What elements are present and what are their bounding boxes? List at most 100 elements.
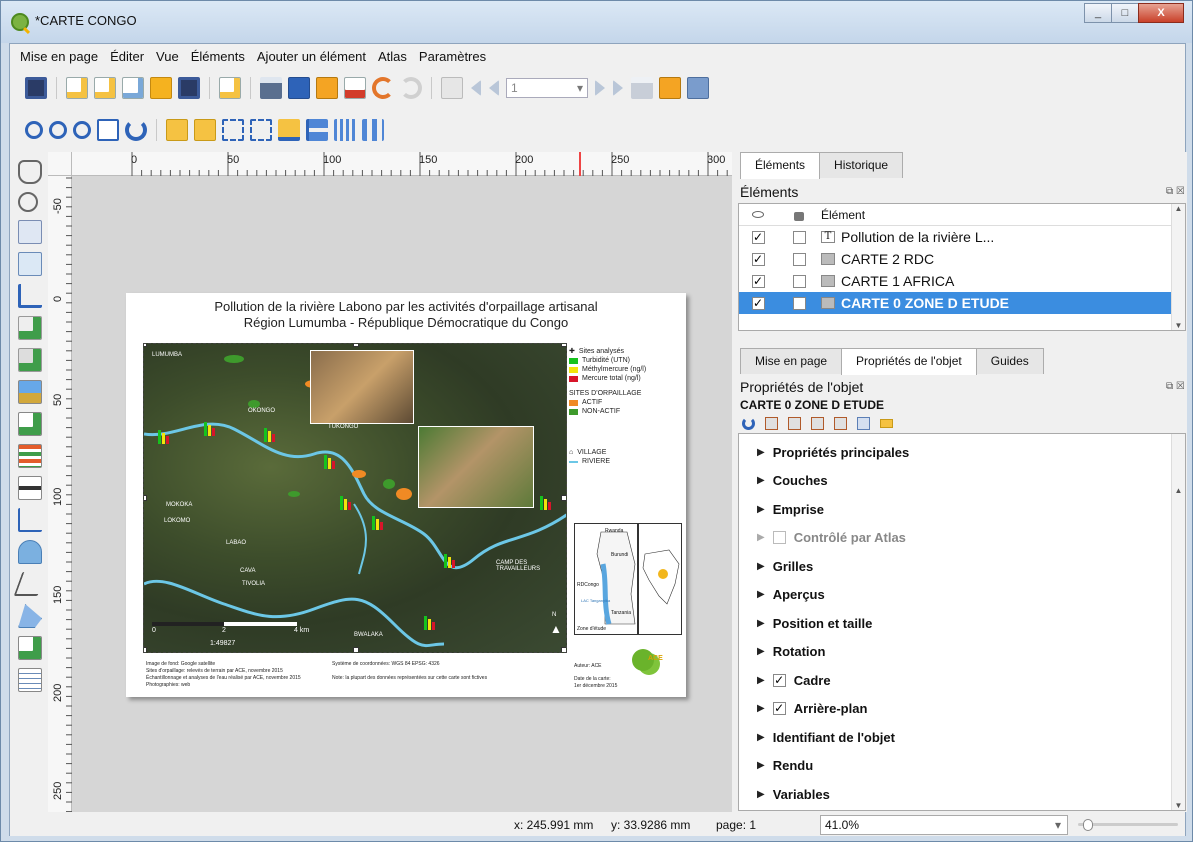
dock-float-close-icon[interactable]: ⧉ ☒ <box>1166 186 1185 197</box>
section-arriere-plan[interactable]: ▶ ✓ Arrière-plan <box>739 695 1185 724</box>
add-scalebar-icon[interactable] <box>18 476 42 500</box>
atlas-preview-icon[interactable] <box>441 77 463 99</box>
footer-author[interactable]: Auteur: ACE <box>574 663 602 670</box>
menu-mise-en-page[interactable]: Mise en page <box>14 49 104 64</box>
tab-mise-en-page[interactable]: Mise en page <box>740 348 843 374</box>
select-tool-icon[interactable] <box>18 220 42 244</box>
footer-coordinates[interactable]: Système de coordonnées: WGS 84 EPSG: 432… <box>332 661 552 682</box>
zoom-full-icon[interactable] <box>97 119 119 141</box>
section-cadre[interactable]: ▶ ✓ Cadre <box>739 666 1185 695</box>
refresh-icon[interactable] <box>125 119 147 141</box>
section-emprise[interactable]: ▶ Emprise <box>739 495 1185 524</box>
section-rendu[interactable]: ▶ Rendu <box>739 752 1185 781</box>
main-map-item[interactable]: LUMUMBA OKONGO TUKONGO MOKOKA LOKOMO LAB… <box>143 343 567 653</box>
unlock-items-icon[interactable] <box>194 119 216 141</box>
previous-feature-icon[interactable] <box>487 80 499 96</box>
export-pdf-icon[interactable] <box>344 77 366 99</box>
tree-row-carte0[interactable]: ✓ CARTE 0 ZONE D ETUDE <box>739 292 1185 314</box>
menu-atlas[interactable]: Atlas <box>372 49 413 64</box>
horizontal-ruler[interactable]: 0 50 100 150 200 250 300 <box>72 152 732 176</box>
lock-checkbox[interactable] <box>792 274 806 288</box>
pan-hand-icon[interactable] <box>18 160 42 184</box>
new-layout-icon[interactable] <box>66 77 88 99</box>
section-position-taille[interactable]: ▶ Position et taille <box>739 609 1185 638</box>
tree-row-title[interactable]: ✓ T Pollution de la rivière L... <box>739 226 1185 248</box>
duplicate-layout-icon[interactable] <box>94 77 116 99</box>
print-icon[interactable] <box>260 77 282 99</box>
add-attribute-table-icon[interactable] <box>18 668 42 692</box>
elements-tree[interactable]: Élément ✓ T Pollution de la rivière L...… <box>738 203 1186 331</box>
visibility-checkbox[interactable]: ✓ <box>751 230 765 244</box>
redo-icon[interactable] <box>400 77 422 99</box>
zoom-slider-knob[interactable] <box>1082 819 1093 831</box>
footer-date[interactable]: Date de la carte: 1er décembre 2015 <box>574 676 617 690</box>
close-button[interactable]: X <box>1138 3 1184 23</box>
zoom-tool-icon[interactable] <box>18 192 38 212</box>
view-scale-icon[interactable] <box>834 416 847 430</box>
section-apercus[interactable]: ▶ Aperçus <box>739 581 1185 610</box>
undo-icon[interactable] <box>372 77 394 99</box>
map-title-line2[interactable]: Région Lumumba - République Démocratique… <box>126 315 686 330</box>
zoom-actual-icon[interactable] <box>73 121 91 139</box>
lock-checkbox[interactable] <box>792 252 806 266</box>
edit-nodes-icon[interactable] <box>18 284 42 308</box>
first-feature-icon[interactable] <box>469 80 481 96</box>
atlas-page-combo[interactable]: 1 <box>506 78 588 98</box>
tab-history[interactable]: Historique <box>819 152 904 178</box>
ungroup-items-icon[interactable] <box>250 119 272 141</box>
props-scrollbar[interactable]: ▲ ▼ <box>1171 434 1185 810</box>
resize-handle[interactable] <box>353 344 359 347</box>
atlas-settings-icon[interactable] <box>687 77 709 99</box>
resize-handle[interactable] <box>561 647 566 652</box>
section-controle-atlas[interactable]: ▶ Contrôlé par Atlas <box>739 524 1185 553</box>
section-identifiant[interactable]: ▶ Identifiant de l'objet <box>739 723 1185 752</box>
add-polyline-icon[interactable] <box>13 572 47 596</box>
open-template-icon[interactable] <box>150 77 172 99</box>
resize-handle[interactable] <box>353 647 359 652</box>
add-legend-icon[interactable] <box>18 444 42 468</box>
set-scale-icon[interactable] <box>811 416 824 430</box>
layout-manager-icon[interactable] <box>122 77 144 99</box>
section-couches[interactable]: ▶ Couches <box>739 467 1185 496</box>
resize-handle[interactable] <box>561 495 566 501</box>
group-items-icon[interactable] <box>222 119 244 141</box>
minimize-button[interactable]: _ <box>1084 3 1112 23</box>
add-shape-icon[interactable] <box>18 540 42 564</box>
properties-list[interactable]: ▶ Propriétés principales ▶ Couches ▶ Empris… <box>738 433 1186 811</box>
export-image-icon[interactable] <box>288 77 310 99</box>
resize-handle[interactable] <box>144 344 147 347</box>
zoom-out-icon[interactable] <box>49 121 67 139</box>
add-html-icon[interactable] <box>18 636 42 660</box>
tree-row-carte1[interactable]: ✓ CARTE 1 AFRICA <box>739 270 1185 292</box>
add-3d-map-icon[interactable] <box>18 348 42 372</box>
section-variables[interactable]: ▶ Variables <box>739 780 1185 809</box>
tree-row-carte2[interactable]: ✓ CARTE 2 RDC <box>739 248 1185 270</box>
section-grilles[interactable]: ▶ Grilles <box>739 552 1185 581</box>
save-icon[interactable] <box>25 77 47 99</box>
resize-items-icon[interactable] <box>362 119 384 141</box>
menu-elements[interactable]: Éléments <box>185 49 251 64</box>
page-setup-icon[interactable] <box>219 77 241 99</box>
distribute-items-icon[interactable] <box>334 119 356 141</box>
maximize-button[interactable]: □ <box>1111 3 1139 23</box>
zoom-combo[interactable]: 41.0% <box>820 815 1068 835</box>
add-north-arrow-icon[interactable] <box>18 508 42 532</box>
lock-checkbox[interactable] <box>792 230 806 244</box>
visibility-checkbox[interactable]: ✓ <box>751 252 765 266</box>
set-extent-icon[interactable] <box>765 416 778 430</box>
lock-checkbox[interactable] <box>792 296 806 310</box>
refresh-map-icon[interactable] <box>742 416 755 430</box>
add-label-icon[interactable] <box>18 412 42 436</box>
dock-float-close-icon[interactable]: ⧉ ☒ <box>1166 381 1185 392</box>
map-title-line1[interactable]: Pollution de la rivière Labono par les a… <box>126 299 686 314</box>
edit-map-icon[interactable] <box>857 416 870 430</box>
inset-map-rdc[interactable]: Rwanda Burundi RDCongo LAC Tanganyika Ta… <box>574 523 638 635</box>
layout-canvas[interactable]: 0 50 100 150 200 250 300 -50 0 50 100 15… <box>48 152 732 812</box>
zoom-slider[interactable] <box>1078 819 1178 831</box>
raise-items-icon[interactable] <box>278 119 300 141</box>
cadre-checkbox[interactable]: ✓ <box>772 673 786 687</box>
add-map-icon[interactable] <box>18 316 42 340</box>
footer-sources[interactable]: Image de fond: Google satellite Sites d'… <box>146 661 316 689</box>
export-svg-icon[interactable] <box>316 77 338 99</box>
align-items-icon[interactable] <box>306 119 328 141</box>
